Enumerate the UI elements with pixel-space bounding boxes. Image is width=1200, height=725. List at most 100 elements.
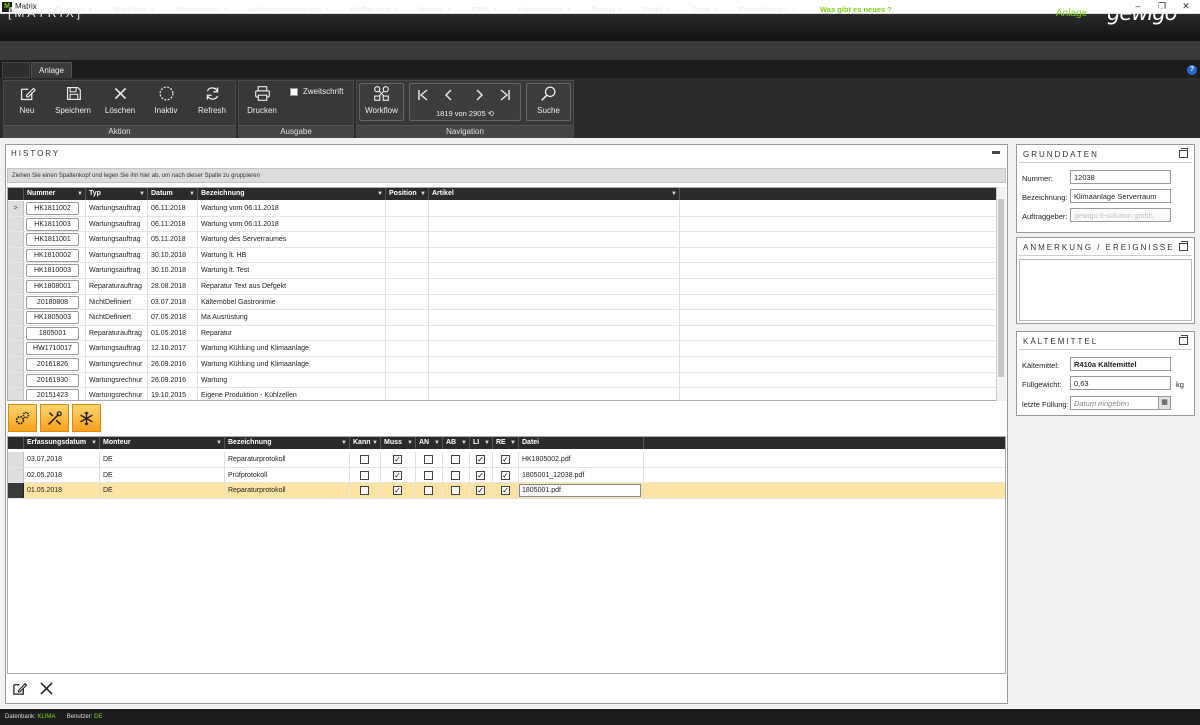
filter-icon[interactable]: ▼: [420, 188, 426, 200]
history-row[interactable]: HK1811001 Wartungsauftrag 05.11.2018 Wartun…: [8, 232, 997, 248]
column-li[interactable]: LI ▼: [470, 437, 493, 449]
menu-capa[interactable]: Capa ▼: [692, 0, 718, 20]
filter-icon[interactable]: ▼: [189, 188, 195, 200]
filter-icon[interactable]: ▼: [434, 437, 440, 449]
nummer-link-button[interactable]: HK1811003: [26, 217, 79, 231]
maximize-panel-icon[interactable]: [1179, 335, 1188, 345]
row-selector[interactable]: [8, 357, 24, 372]
nummer-link-button[interactable]: 20161826: [26, 358, 79, 371]
minimize-panel-icon[interactable]: [992, 151, 1000, 154]
row-selector[interactable]: [8, 247, 24, 263]
menu-neu[interactable]: Neu ▼: [10, 0, 32, 20]
row-selector[interactable]: >: [8, 201, 24, 216]
column-bezeichnung[interactable]: Bezeichnung ▼: [225, 437, 350, 449]
suche-button[interactable]: Suche: [526, 83, 571, 121]
filter-icon[interactable]: ▼: [671, 188, 677, 200]
nummer-link-button[interactable]: 20180808: [26, 295, 79, 309]
column-position[interactable]: Position ▼: [386, 188, 429, 200]
history-row[interactable]: HW1710017 Wartungsauftrag 12.10.2017 Wartun…: [8, 341, 997, 357]
menu-stammdaten[interactable]: Stammdaten ▼: [175, 0, 228, 20]
history-row[interactable]: HK1810003 Wartungsauftrag 30.10.2018 Wartun…: [8, 263, 997, 279]
row-selector[interactable]: [8, 341, 24, 356]
loeschen-button[interactable]: Löschen: [98, 84, 142, 120]
re-checkbox[interactable]: ✓: [501, 486, 510, 496]
an-checkbox[interactable]: [424, 455, 433, 464]
nummer-link-button[interactable]: HK1810003: [26, 264, 79, 278]
column-erfassungsdatum[interactable]: Erfassungsdatum ▼: [24, 437, 100, 449]
an-checkbox[interactable]: [424, 486, 433, 496]
filter-icon[interactable]: ▼: [139, 188, 145, 200]
history-row[interactable]: 1805001 Reparaturauftrag 01.05.2018 Reparat…: [8, 325, 997, 342]
kann-checkbox[interactable]: [360, 470, 369, 480]
fuellgewicht-field[interactable]: 0,63: [1070, 376, 1171, 390]
scrollbar-thumb[interactable]: [998, 199, 1004, 377]
row-selector[interactable]: [8, 372, 24, 388]
menu-binpacking[interactable]: BinPacking ▼: [350, 0, 399, 20]
re-checkbox[interactable]: ✓: [501, 470, 510, 480]
drucken-button[interactable]: Drucken: [240, 84, 284, 120]
maximize-panel-icon[interactable]: [1179, 241, 1188, 251]
menu-whats-new[interactable]: Was gibt es neues ?: [820, 0, 892, 20]
column-nummer[interactable]: Nummer ▼: [24, 188, 86, 200]
letzte-fuellung-field[interactable]: Datum eingeben: [1070, 396, 1171, 410]
nummer-field[interactable]: 12038: [1070, 170, 1171, 184]
column-datei[interactable]: Datei: [519, 437, 644, 449]
row-selector[interactable]: [8, 483, 24, 498]
neu-button[interactable]: Neu: [5, 84, 49, 120]
column-kann[interactable]: Kann ▼: [350, 437, 381, 449]
kann-checkbox[interactable]: [360, 455, 369, 464]
column-typ[interactable]: Typ ▼: [86, 188, 148, 200]
row-selector[interactable]: [8, 232, 24, 247]
filter-icon[interactable]: ▼: [484, 437, 490, 449]
previous-record-icon[interactable]: [443, 89, 455, 101]
history-row[interactable]: HK1810002 Wartungsauftrag 30.10.2018 Wartun…: [8, 247, 997, 264]
kaeltemittel-field[interactable]: R410a Kältemittel: [1070, 357, 1171, 371]
nummer-link-button[interactable]: 1805001: [26, 326, 79, 340]
nummer-link-button[interactable]: HK1811002: [26, 202, 79, 215]
protocol-row[interactable]: 03.07.2018 DE Reparaturprotokoll ✓ ✓ ✓ HK18050…: [8, 452, 1005, 468]
filter-icon[interactable]: ▼: [341, 437, 347, 449]
menu-auftragsbearbeitung[interactable]: Auftragsbearbeitung ▼: [248, 0, 330, 20]
protocol-row[interactable]: 02.05.2018 DE Prüfprotokoll ✓ ✓ ✓ 1805001_1203…: [8, 467, 1005, 484]
row-selector[interactable]: [8, 388, 24, 400]
nummer-link-button[interactable]: HK1805003: [26, 311, 79, 325]
delete-x-icon[interactable]: [40, 682, 53, 695]
speichern-button[interactable]: Speichern: [51, 84, 95, 120]
row-selector[interactable]: [8, 325, 24, 341]
row-selector[interactable]: [8, 294, 24, 310]
help-icon[interactable]: ?: [1187, 65, 1197, 75]
datei-edit-field[interactable]: 1805001.pdf: [519, 484, 641, 498]
protocol-row[interactable]: 01.05.2018 DE Reparaturprotokoll ✓ ✓ ✓ 1805001…: [8, 483, 1005, 499]
filter-icon[interactable]: ▼: [407, 437, 413, 449]
calendar-icon[interactable]: ▦: [1158, 397, 1170, 409]
menu-service[interactable]: Service ▼: [417, 0, 452, 20]
close-button[interactable]: ✕: [1174, 0, 1198, 14]
history-row[interactable]: 20161930 Wartungsrechnur 26.09.2016 Wartung: [8, 372, 997, 389]
menu-crm[interactable]: CRM ▼: [472, 0, 497, 20]
tools-tab[interactable]: [40, 404, 69, 432]
snowflake-tab[interactable]: [72, 404, 101, 432]
filter-icon[interactable]: ▼: [216, 437, 222, 449]
kann-checkbox[interactable]: [360, 486, 369, 496]
settings-gears-tab[interactable]: [8, 404, 37, 432]
history-row[interactable]: HK1808001 Reparaturauftrag 28.08.2018 Repar…: [8, 279, 997, 295]
filter-icon[interactable]: ▼: [377, 188, 383, 200]
column-datum[interactable]: Datum ▼: [148, 188, 198, 200]
row-selector[interactable]: [8, 452, 24, 467]
row-selector[interactable]: [8, 467, 24, 483]
edit-icon[interactable]: [12, 681, 27, 696]
menu-workflow[interactable]: Workflow ▼: [113, 0, 155, 20]
anmerkung-textarea[interactable]: [1019, 259, 1192, 321]
auftraggeber-field[interactable]: gewigo it-solution gmbh: [1070, 208, 1171, 222]
re-checkbox[interactable]: ✓: [501, 455, 510, 464]
tab-anlage[interactable]: Anlage: [31, 62, 72, 78]
bezeichnung-field[interactable]: Klimaanlage Serverraum: [1070, 189, 1171, 203]
ab-checkbox[interactable]: [451, 486, 460, 496]
ab-checkbox[interactable]: [451, 470, 460, 480]
filter-icon[interactable]: ▼: [372, 437, 378, 449]
nummer-link-button[interactable]: 20151423: [26, 389, 79, 400]
row-selector[interactable]: [8, 216, 24, 232]
tab-blank[interactable]: [2, 62, 30, 78]
last-record-icon[interactable]: [499, 89, 511, 101]
filter-icon[interactable]: ▼: [77, 188, 83, 200]
